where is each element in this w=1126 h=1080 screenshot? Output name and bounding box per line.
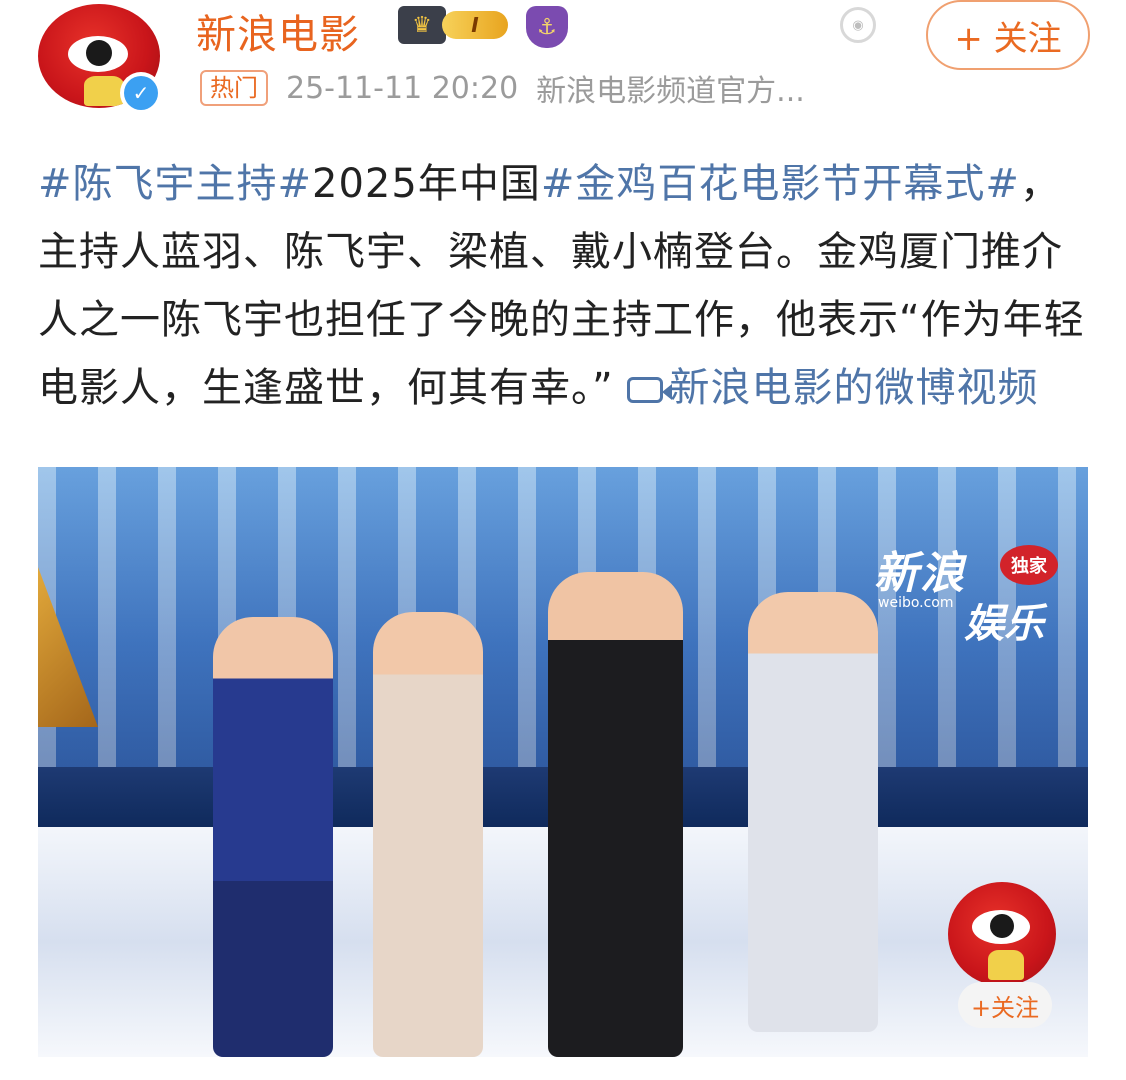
- post-text: #陈飞宇主持#2025年中国#金鸡百花电影节开幕式#，主持人蓝羽、陈飞宇、梁植、…: [38, 150, 1088, 422]
- shield-badge-icon[interactable]: ⚓: [526, 6, 568, 48]
- hot-tag: 热门: [200, 70, 268, 106]
- video-link[interactable]: 新浪电影的微博视频: [627, 365, 1038, 411]
- member-level-badge[interactable]: ♛ I: [398, 6, 518, 44]
- floating-follow-button[interactable]: +关注: [958, 982, 1052, 1028]
- post-text-segment: 2025年中国: [312, 161, 541, 207]
- verified-badge: ✓: [120, 72, 162, 114]
- post-timestamp: 25-11-11 20:20: [286, 70, 519, 106]
- bottom-watermark: [860, 1046, 1120, 1072]
- checkmark-icon: ✓: [124, 76, 158, 110]
- watermark-logo: ◉: [840, 2, 940, 48]
- video-thumbnail[interactable]: 新浪 独家 weibo.com 娱乐 +关注: [38, 467, 1088, 1057]
- floating-avatar-mouth: [988, 950, 1024, 980]
- follow-button-label: + 关注: [954, 18, 1062, 59]
- logo-text-ent: 娱乐: [964, 601, 1044, 647]
- host-figure-4: [748, 592, 878, 1032]
- sina-ent-logo: 新浪 独家 weibo.com 娱乐: [874, 537, 1074, 647]
- host-figure-1: [213, 617, 333, 1057]
- follow-button[interactable]: + 关注: [926, 0, 1090, 70]
- host-figure-3: [548, 572, 683, 1057]
- floating-avatar[interactable]: [948, 882, 1056, 986]
- watermark-circle-icon: ◉: [840, 7, 876, 43]
- video-camera-icon: [627, 377, 673, 403]
- host-figure-2: [373, 612, 483, 1057]
- hashtag-link[interactable]: #金鸡百花电影节开幕式#: [541, 161, 1020, 207]
- video-link-label: 新浪电影的微博视频: [669, 365, 1039, 411]
- logo-domain: weibo.com: [878, 595, 954, 611]
- avatar-mouth: [84, 76, 124, 106]
- account-name[interactable]: 新浪电影: [196, 2, 360, 60]
- floating-avatar-iris: [990, 914, 1014, 938]
- post-source: 新浪电影频道官方...: [536, 74, 805, 109]
- crown-icon: ♛: [398, 6, 446, 44]
- logo-exclusive-badge: 独家: [1000, 545, 1058, 585]
- post-meta: 热门 25-11-11 20:20 新浪电影频道官方...: [200, 68, 805, 109]
- hashtag-link[interactable]: #陈飞宇主持#: [38, 161, 312, 207]
- level-number: I: [442, 11, 508, 39]
- avatar-iris: [86, 40, 112, 66]
